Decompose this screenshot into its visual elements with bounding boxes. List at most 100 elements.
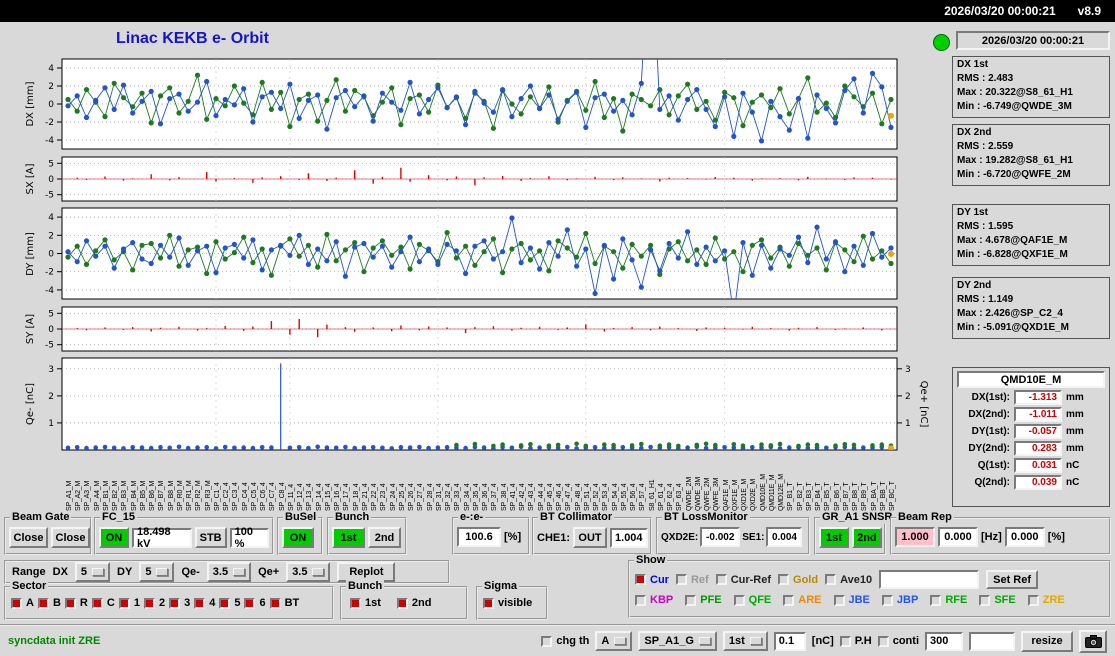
busel-on-button[interactable]: ON: [282, 527, 314, 548]
checkbox-indicator: [194, 597, 206, 609]
range-qep-select[interactable]: 3.5: [286, 562, 331, 582]
che1-out-button[interactable]: OUT: [573, 527, 608, 548]
threshold-unit: [nC]: [811, 635, 834, 647]
sector-checkbox-r[interactable]: R: [64, 597, 88, 609]
bpm-label: SP_44_4: [537, 483, 545, 511]
bunch-select[interactable]: 1st: [722, 631, 768, 651]
svg-text:0: 0: [48, 250, 54, 260]
dropdown-indicator: [698, 637, 711, 645]
ph-checkbox[interactable]: P.H: [839, 635, 872, 647]
fc15-kv-display: 18.498 kV: [132, 526, 192, 550]
checkbox-label: Ref: [690, 573, 709, 586]
show-checkbox-are[interactable]: ARE: [783, 594, 822, 606]
bpm-label: SP_16_4: [334, 483, 342, 511]
sector-label: Sector: [10, 580, 49, 593]
bunch-checkbox-1st[interactable]: 1st: [350, 597, 381, 609]
bunch-2nd-button[interactable]: 2nd: [368, 527, 401, 548]
bpm-label: SP_54_4: [611, 483, 619, 511]
sector-checkbox-bt[interactable]: BT: [269, 597, 299, 609]
sector-checkbox-b[interactable]: B: [37, 597, 61, 609]
busel-label: BuSel: [283, 511, 319, 524]
range-qem-value: 3.5: [212, 566, 229, 578]
set-ref-button[interactable]: Set Ref: [986, 570, 1039, 589]
monitor-row-value: 0.039: [1014, 475, 1062, 490]
bpm-label: SP_B4_M: [130, 480, 138, 511]
show-checkbox-sfe[interactable]: SFE: [979, 594, 1016, 606]
checkbox-indicator: [37, 597, 49, 609]
sector-select[interactable]: A: [595, 631, 633, 651]
svg-text:3: 3: [905, 365, 911, 375]
sector-checkbox-1[interactable]: 1: [118, 597, 140, 609]
show-checkbox-cur-ref[interactable]: Cur-Ref: [715, 574, 771, 586]
checkbox-indicator: [833, 594, 845, 606]
show-checkbox-jbp[interactable]: JBP: [881, 594, 918, 606]
range-qep-label: Qe+: [258, 566, 280, 578]
checkbox-indicator: [733, 594, 745, 606]
sector-checkbox-a[interactable]: A: [11, 597, 34, 609]
sector-checkbox-4[interactable]: 4: [194, 597, 215, 609]
device-select[interactable]: SP_A1_G: [638, 631, 717, 651]
count-input[interactable]: [925, 631, 963, 651]
show-checkbox-ave10[interactable]: Ave10: [825, 574, 872, 586]
show-row-1: Cur Ref Cur-Ref Gold Ave10 Set Ref: [630, 562, 1109, 589]
bunch-checkbox-2nd[interactable]: 2nd: [396, 597, 431, 609]
chg-th-checkbox[interactable]: chg th: [541, 635, 589, 647]
gr-a1-2nd-button[interactable]: 2nd: [851, 527, 882, 548]
show-checkbox-ref[interactable]: Ref: [675, 573, 709, 586]
show-checkbox-zre[interactable]: ZRE: [1027, 594, 1065, 606]
threshold-input[interactable]: [773, 631, 806, 651]
chart-sy: 5 0 -5 SY [A]: [25, 306, 898, 352]
aux-input[interactable]: [969, 631, 1015, 651]
beam-gate-close-button-2[interactable]: Close: [51, 527, 90, 548]
sector-checkbox-c[interactable]: C: [91, 597, 115, 609]
show-checkbox-jbe[interactable]: JBE: [833, 594, 870, 606]
gr-a1-1st-button[interactable]: 1st: [819, 527, 849, 548]
beam-rep-group: Beam Rep 1.000 0.000 [Hz] 0.000 [%]: [890, 511, 1111, 555]
checkbox-indicator: [483, 597, 494, 609]
sector-checkbox-2[interactable]: 2: [143, 597, 165, 609]
monitor-row: Q(2nd): 0.039 nC: [956, 475, 1106, 490]
range-qem-select[interactable]: 3.5: [206, 562, 252, 582]
bpm-label: SP_C1_4: [213, 482, 221, 511]
fc15-stb-button[interactable]: STB: [194, 527, 227, 548]
checkbox-label: B: [52, 597, 61, 609]
ref-name-input[interactable]: [879, 570, 980, 589]
stat-box-dy-2nd: DY 2nd RMS : 1.149 Max : 2.426@SP_C2_4 Min …: [952, 277, 1110, 339]
checkbox-indicator: [64, 597, 76, 609]
bpm-axis-labels: SP_A1_M SP_A2_M SP_A3_M SP_A4_M SP_B1_M SP_B2…: [0, 455, 940, 513]
show-checkbox-cur[interactable]: Cur: [635, 574, 669, 586]
show-checkbox-qfe[interactable]: QFE: [733, 594, 771, 606]
stat-heading: DX 1st: [957, 59, 989, 70]
bpm-label: SP_25_4: [398, 483, 406, 511]
svg-text:-5: -5: [45, 341, 54, 351]
monitor-row-label: DX(2nd):: [968, 409, 1010, 420]
range-qem-label: Qe-: [181, 566, 200, 578]
bunch-1st-button[interactable]: 1st: [332, 527, 365, 548]
replot-button[interactable]: Replot: [337, 562, 396, 582]
sector-checkbox-5[interactable]: 5: [219, 597, 240, 609]
ee-ratio-label: e-:e-: [458, 511, 486, 524]
bpm-label: SP_46_4: [556, 483, 564, 511]
snapshot-button[interactable]: [1079, 629, 1107, 653]
checkbox-indicator: [269, 597, 281, 609]
range-dx-select[interactable]: 5: [74, 562, 111, 582]
beam-gate-close-button-1[interactable]: Close: [9, 527, 48, 548]
bpm-label: SP_C5_4: [250, 482, 258, 511]
range-dy-select[interactable]: 5: [139, 562, 175, 582]
svg-text:0: 0: [48, 325, 54, 335]
show-checkbox-kbp[interactable]: KBP: [635, 594, 673, 606]
sector-checkbox-6[interactable]: 6: [244, 597, 266, 609]
conti-checkbox[interactable]: conti: [877, 635, 919, 647]
sigma-visible-checkbox[interactable]: visible: [483, 597, 532, 609]
svg-text:1: 1: [905, 419, 911, 429]
show-checkbox-rfe[interactable]: RFE: [930, 594, 967, 606]
show-checkbox-pfe[interactable]: PFE: [685, 594, 722, 606]
fc15-on-button[interactable]: ON: [99, 527, 129, 548]
orbit-plots: 4 2 0 -2 -4 DX [mm] 5 0 -5 SX [A] 4 2 0 -2 -4 DY [mm] 5 0…: [0, 0, 940, 520]
sector-checkbox-3[interactable]: 3: [169, 597, 190, 609]
resize-button[interactable]: resize: [1021, 630, 1073, 652]
show-checkbox-gold[interactable]: Gold: [778, 574, 818, 586]
bpm-label: SP_C8_4: [278, 482, 286, 511]
beam-rep-label: Beam Rep: [896, 511, 954, 524]
bunch-label: Bunch: [333, 511, 372, 524]
